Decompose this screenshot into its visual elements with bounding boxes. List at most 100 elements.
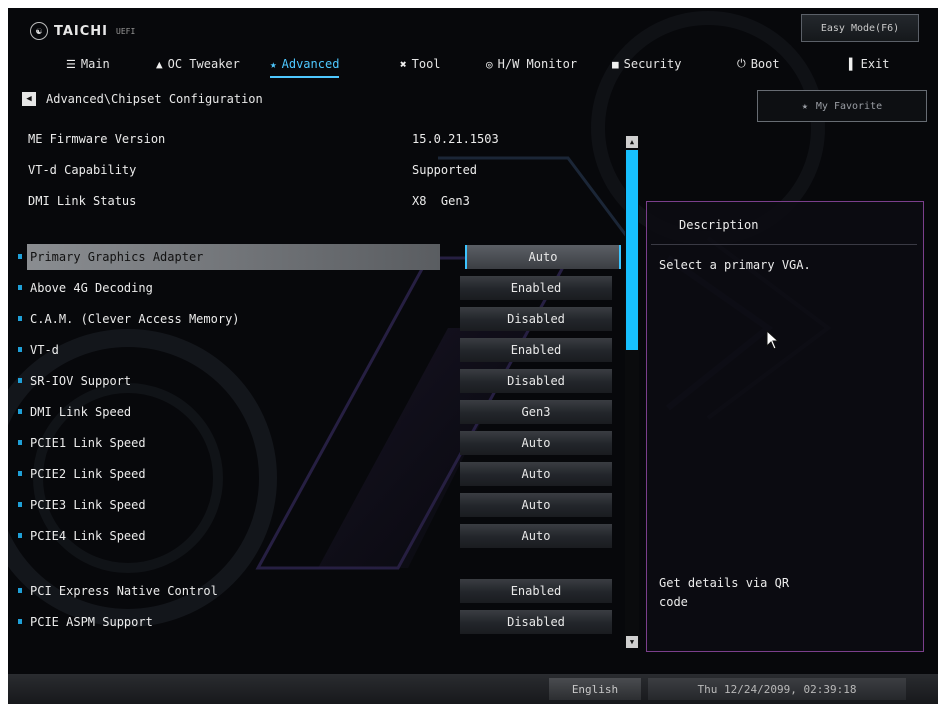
info-row-dmi-link-status: DMI Link Status X8 Gen3: [28, 194, 528, 214]
mouse-cursor-icon: [766, 330, 780, 350]
bullet-icon: [18, 254, 22, 259]
setting-value-dropdown[interactable]: Enabled: [460, 276, 612, 300]
description-title: Description: [679, 218, 759, 232]
setting-sr-iov-support[interactable]: SR-IOV Support Disabled: [14, 368, 619, 394]
info-row-me-firmware: ME Firmware Version 15.0.21.1503: [28, 132, 528, 152]
back-arrow-icon: ◀: [26, 94, 32, 104]
info-value: X8 Gen3: [412, 194, 470, 208]
bullet-icon: [18, 378, 22, 383]
tab-main[interactable]: ☰ Main: [66, 52, 110, 76]
easy-mode-button[interactable]: Easy Mode(F6): [801, 14, 919, 42]
language-button[interactable]: English: [549, 678, 641, 700]
setting-value-dropdown[interactable]: Auto: [465, 245, 621, 269]
tab-advanced[interactable]: ★ Advanced: [270, 52, 340, 78]
description-text: Select a primary VGA.: [659, 258, 811, 272]
power-icon: ⏻: [737, 57, 746, 70]
back-button[interactable]: ◀: [22, 92, 36, 106]
tab-label: Boot: [750, 57, 780, 71]
logo-subtext: UEFI: [116, 26, 136, 36]
settings-scrollbar[interactable]: ▲ ▼: [625, 136, 639, 648]
setting-value-dropdown[interactable]: Enabled: [460, 579, 612, 603]
setting-label: Primary Graphics Adapter: [27, 244, 440, 270]
breadcrumb: ◀ Advanced\Chipset Configuration: [22, 92, 263, 106]
setting-pcie-aspm-support[interactable]: PCIE ASPM Support Disabled: [14, 609, 619, 635]
logo-text: TAICHI: [54, 23, 109, 39]
setting-value-dropdown[interactable]: Enabled: [460, 338, 612, 362]
breadcrumb-path: Advanced\Chipset Configuration: [46, 92, 263, 106]
setting-label: PCIE2 Link Speed: [30, 467, 146, 481]
tab-tool[interactable]: ✖ Tool: [400, 52, 441, 76]
bullet-icon: [18, 409, 22, 414]
setting-value-dropdown[interactable]: Auto: [460, 462, 612, 486]
setting-value-dropdown[interactable]: Disabled: [460, 610, 612, 634]
setting-value-dropdown[interactable]: Auto: [460, 431, 612, 455]
setting-vtd[interactable]: VT-d Enabled: [14, 337, 619, 363]
setting-value-dropdown[interactable]: Auto: [460, 524, 612, 548]
tools-icon: ✖: [400, 57, 407, 71]
tab-security[interactable]: ■ Security: [612, 52, 681, 76]
bullet-icon: [18, 440, 22, 445]
setting-pci-express-native-control[interactable]: PCI Express Native Control Enabled: [14, 578, 619, 604]
setting-dmi-link-speed[interactable]: DMI Link Speed Gen3: [14, 399, 619, 425]
qr-details-text: Get details via QR code: [659, 576, 790, 609]
shield-icon: ■: [612, 57, 619, 71]
bullet-icon: [18, 471, 22, 476]
tab-exit[interactable]: ▌ Exit: [849, 52, 890, 76]
info-row-vtd-capability: VT-d Capability Supported: [28, 163, 528, 183]
tab-oc-tweaker[interactable]: ▲ OC Tweaker: [156, 52, 240, 76]
setting-label: PCIE4 Link Speed: [30, 529, 146, 543]
setting-label: PCIE3 Link Speed: [30, 498, 146, 512]
tab-boot[interactable]: ⏻ Boot: [737, 52, 780, 76]
setting-label: PCI Express Native Control: [30, 584, 218, 598]
info-value: 15.0.21.1503: [412, 132, 499, 146]
setting-pcie3-link-speed[interactable]: PCIE3 Link Speed Auto: [14, 492, 619, 518]
description-panel: Description Select a primary VGA. Get de…: [646, 201, 924, 652]
taichi-emblem-icon: ☯: [30, 22, 48, 40]
setting-label: SR-IOV Support: [30, 374, 132, 388]
setting-value-dropdown[interactable]: Disabled: [460, 369, 612, 393]
setting-value-dropdown[interactable]: Gen3: [460, 400, 612, 424]
setting-primary-graphics-adapter[interactable]: Primary Graphics Adapter Auto: [14, 244, 621, 270]
status-bar: English Thu 12/24/2099, 02:39:18: [8, 674, 938, 704]
tab-label: OC Tweaker: [167, 57, 240, 71]
setting-pcie4-link-speed[interactable]: PCIE4 Link Speed Auto: [14, 523, 619, 549]
setting-label: PCIE ASPM Support: [30, 615, 153, 629]
rocket-icon: ▲: [156, 57, 163, 71]
setting-label: C.A.M. (Clever Access Memory): [30, 312, 240, 326]
setting-pcie1-link-speed[interactable]: PCIE1 Link Speed Auto: [14, 430, 619, 456]
tab-label: Tool: [411, 57, 441, 71]
setting-value-dropdown[interactable]: Auto: [460, 493, 612, 517]
bios-screen: ☯ TAICHI UEFI Easy Mode(F6) ☰ Main ▲ OC …: [8, 8, 938, 704]
list-icon: ☰: [66, 57, 76, 71]
tab-label: Main: [80, 57, 110, 71]
my-favorite-button[interactable]: ★ My Favorite: [757, 90, 927, 122]
description-divider: [651, 244, 917, 245]
info-label: VT-d Capability: [28, 163, 137, 177]
setting-label: PCIE1 Link Speed: [30, 436, 146, 450]
scroll-up-button[interactable]: ▲: [626, 136, 638, 148]
setting-cam[interactable]: C.A.M. (Clever Access Memory) Disabled: [14, 306, 619, 332]
bullet-icon: [18, 316, 22, 321]
bullet-icon: [18, 502, 22, 507]
info-value: Supported: [412, 163, 478, 177]
setting-label: Above 4G Decoding: [30, 281, 153, 295]
monitor-icon: ◎: [486, 57, 493, 71]
bullet-icon: [18, 533, 22, 538]
main-tabs: ☰ Main ▲ OC Tweaker ★ Advanced ✖ Tool ◎ …: [8, 52, 938, 78]
tab-label: H/W Monitor: [497, 57, 578, 71]
arrow-down-icon: ▼: [629, 638, 635, 646]
scroll-down-button[interactable]: ▼: [626, 636, 638, 648]
star-icon: ★: [801, 100, 808, 112]
taichi-logo: ☯ TAICHI UEFI: [30, 22, 135, 40]
bullet-icon: [18, 347, 22, 352]
tab-hw-monitor[interactable]: ◎ H/W Monitor: [486, 52, 577, 76]
star-icon: ★: [270, 57, 277, 71]
setting-above-4g-decoding[interactable]: Above 4G Decoding Enabled: [14, 275, 619, 301]
exit-icon: ▌: [849, 57, 856, 71]
bullet-icon: [18, 588, 22, 593]
tab-label: Exit: [860, 57, 890, 71]
setting-value-dropdown[interactable]: Disabled: [460, 307, 612, 331]
setting-pcie2-link-speed[interactable]: PCIE2 Link Speed Auto: [14, 461, 619, 487]
bullet-icon: [18, 619, 22, 624]
scroll-thumb[interactable]: [626, 150, 638, 350]
